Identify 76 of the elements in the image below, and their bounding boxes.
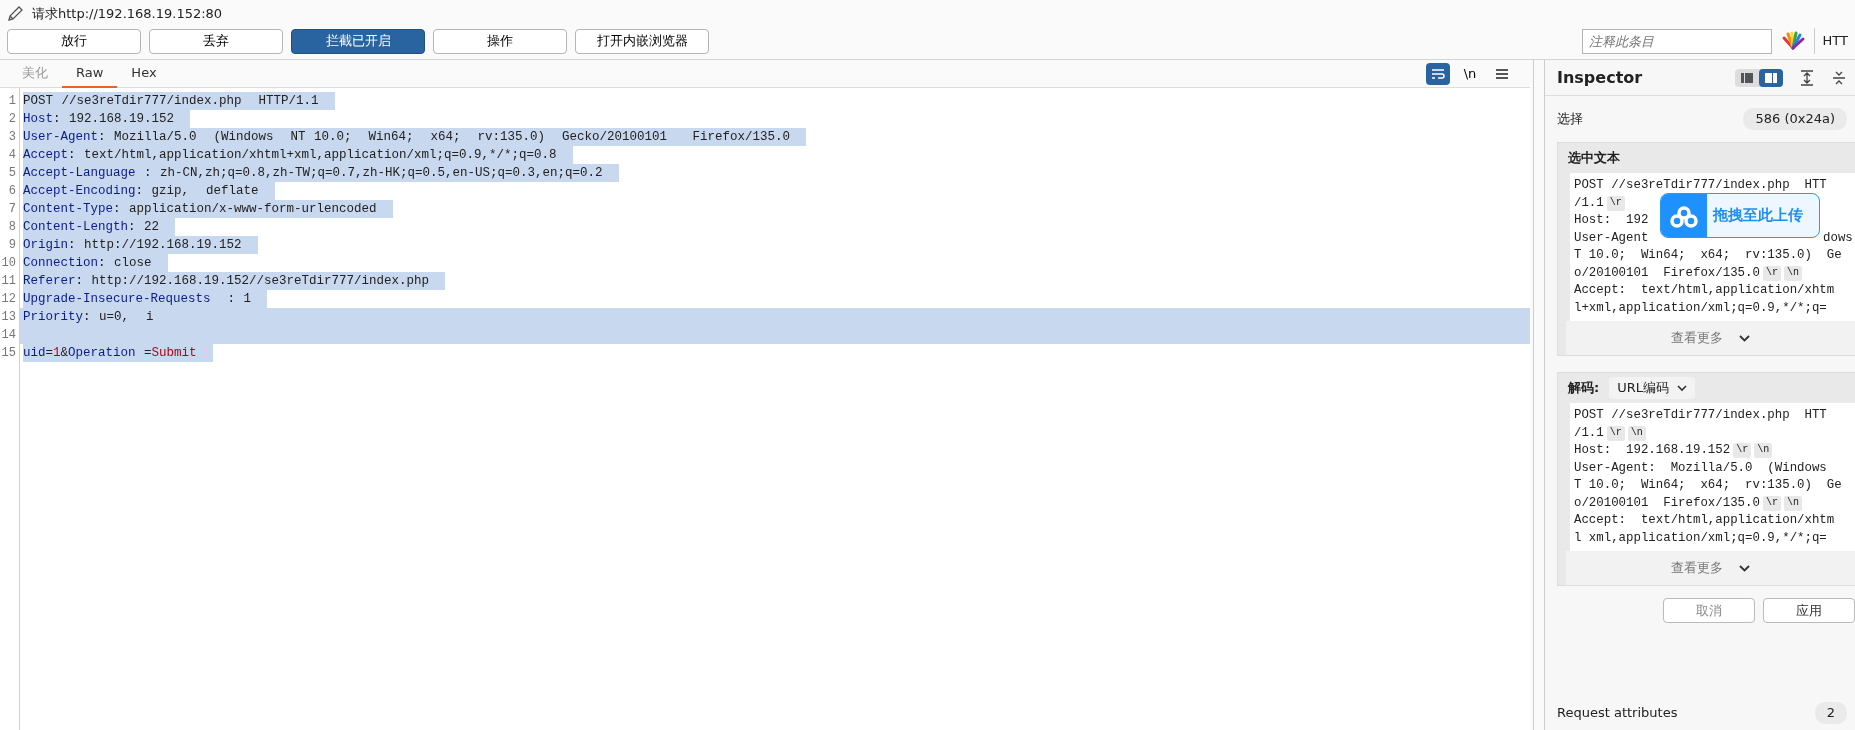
cancel-button[interactable]: 取消 (1663, 598, 1755, 623)
line-break-marker: \n (1754, 443, 1773, 459)
panel-layout-icon[interactable] (1759, 68, 1783, 87)
splitter-handle[interactable] (1533, 60, 1545, 730)
show-more-link[interactable]: 查看更多 (1671, 558, 1723, 578)
section-title: 选中文本 (1568, 149, 1620, 168)
word-wrap-button[interactable] (1426, 62, 1450, 85)
pencil-icon (6, 5, 24, 23)
code-line: l+xml,application/xml;q=0.9,*/*;q= (1574, 299, 1827, 317)
attribute-count: 2 (1814, 702, 1847, 724)
selection-label: 选择 (1557, 110, 1583, 129)
line-number: 7 (7, 201, 17, 218)
line-number: 11 (0, 273, 17, 290)
line-break-marker: \n (1627, 425, 1646, 441)
code-line: o/20100101 Firefox/135.0 (1574, 494, 1760, 512)
chevron-down-icon[interactable] (1739, 334, 1750, 342)
code-line: dows (1823, 229, 1853, 247)
line-break-marker: \r (1762, 495, 1781, 511)
editor-tab[interactable]: Hex (117, 59, 171, 88)
code-line: User-Agent: Mozilla/5.0 (Windows (1574, 459, 1827, 477)
show-more-link[interactable]: 查看更多 (1671, 328, 1723, 348)
chevron-down-icon[interactable] (1739, 564, 1750, 572)
code-line: Accept: text/html,application/xhtm (1574, 512, 1835, 529)
action-button[interactable]: 丢弃 (149, 28, 283, 54)
window-title: 请求http://192.168.19.152:80 (32, 5, 223, 24)
code-line: POST //se3reTdir777/index.php HTT (1574, 177, 1827, 194)
panel-title: Inspector (1557, 66, 1643, 89)
protocol-label: HTT (1822, 32, 1848, 51)
code-line: Accept: text/html,application/xhtm (1574, 282, 1835, 299)
code-line: T 10.0; Win64; x64; rv:135.0) Ge (1574, 477, 1842, 494)
editor-tab[interactable]: Raw (62, 59, 118, 88)
code-line: /1.1 (1574, 194, 1604, 212)
code-line: o/20100101 Firefox/135.0 (1574, 264, 1760, 282)
line-number: 8 (7, 219, 17, 236)
caret-icon (1677, 384, 1687, 392)
code-line: POST //se3reTdir777/index.php HTT (1574, 407, 1827, 424)
line-number: 4 (7, 147, 17, 164)
line-number: 10 (0, 255, 17, 272)
action-button[interactable]: 打开内嵌浏览器 (575, 28, 709, 54)
line-break-marker: \r (1606, 425, 1625, 441)
cloud-icon (1670, 205, 1698, 228)
line-break-marker: \n (1783, 495, 1802, 511)
line-break-marker: \n (1783, 265, 1802, 281)
line-number: 1 (7, 93, 17, 110)
line-number: 9 (7, 237, 17, 254)
line-number: 3 (7, 129, 17, 146)
selection-length: 586 (0x24a) (1743, 108, 1847, 130)
code-line: User-Agent (1574, 229, 1649, 247)
expand-icon[interactable] (1799, 69, 1815, 86)
line-number: 13 (0, 309, 17, 326)
code-line: T 10.0; Win64; x64; rv:135.0) Ge (1574, 247, 1842, 264)
line-number: 2 (7, 111, 17, 128)
action-button[interactable]: 放行 (7, 28, 141, 54)
code-line: Host: 192 (1574, 212, 1649, 229)
code-line: Host: 192.168.19.152 (1574, 442, 1731, 459)
line-number: 15 (0, 345, 17, 362)
section-title: 解码: (1568, 379, 1600, 398)
wrap-icon (1430, 66, 1446, 81)
decoder-dropdown[interactable]: URL编码 (1609, 377, 1695, 399)
code-line: Priority: u=0, i (23, 310, 154, 324)
action-button[interactable]: 操作 (433, 28, 567, 54)
newline-toggle[interactable]: \n (1458, 62, 1482, 85)
collapse-icon[interactable] (1831, 69, 1847, 86)
line-break-marker: \r (1733, 443, 1752, 459)
line-break-marker: \r (1606, 195, 1625, 211)
code-line: /1.1 (1574, 424, 1604, 442)
code-line: l xml,application/xml;q=0.9,*/*;q= (1574, 529, 1827, 547)
line-number: 5 (7, 165, 17, 182)
action-button[interactable]: 拦截已开启 (291, 28, 425, 54)
line-break-marker: \r (1762, 265, 1781, 281)
apply-button[interactable]: 应用 (1763, 598, 1855, 623)
line-number: 12 (0, 291, 17, 308)
line-number: 14 (0, 327, 17, 344)
section-title: Request attributes (1557, 704, 1678, 723)
comment-field[interactable]: 注释此条目 (1581, 28, 1772, 54)
line-number: 6 (7, 183, 17, 200)
